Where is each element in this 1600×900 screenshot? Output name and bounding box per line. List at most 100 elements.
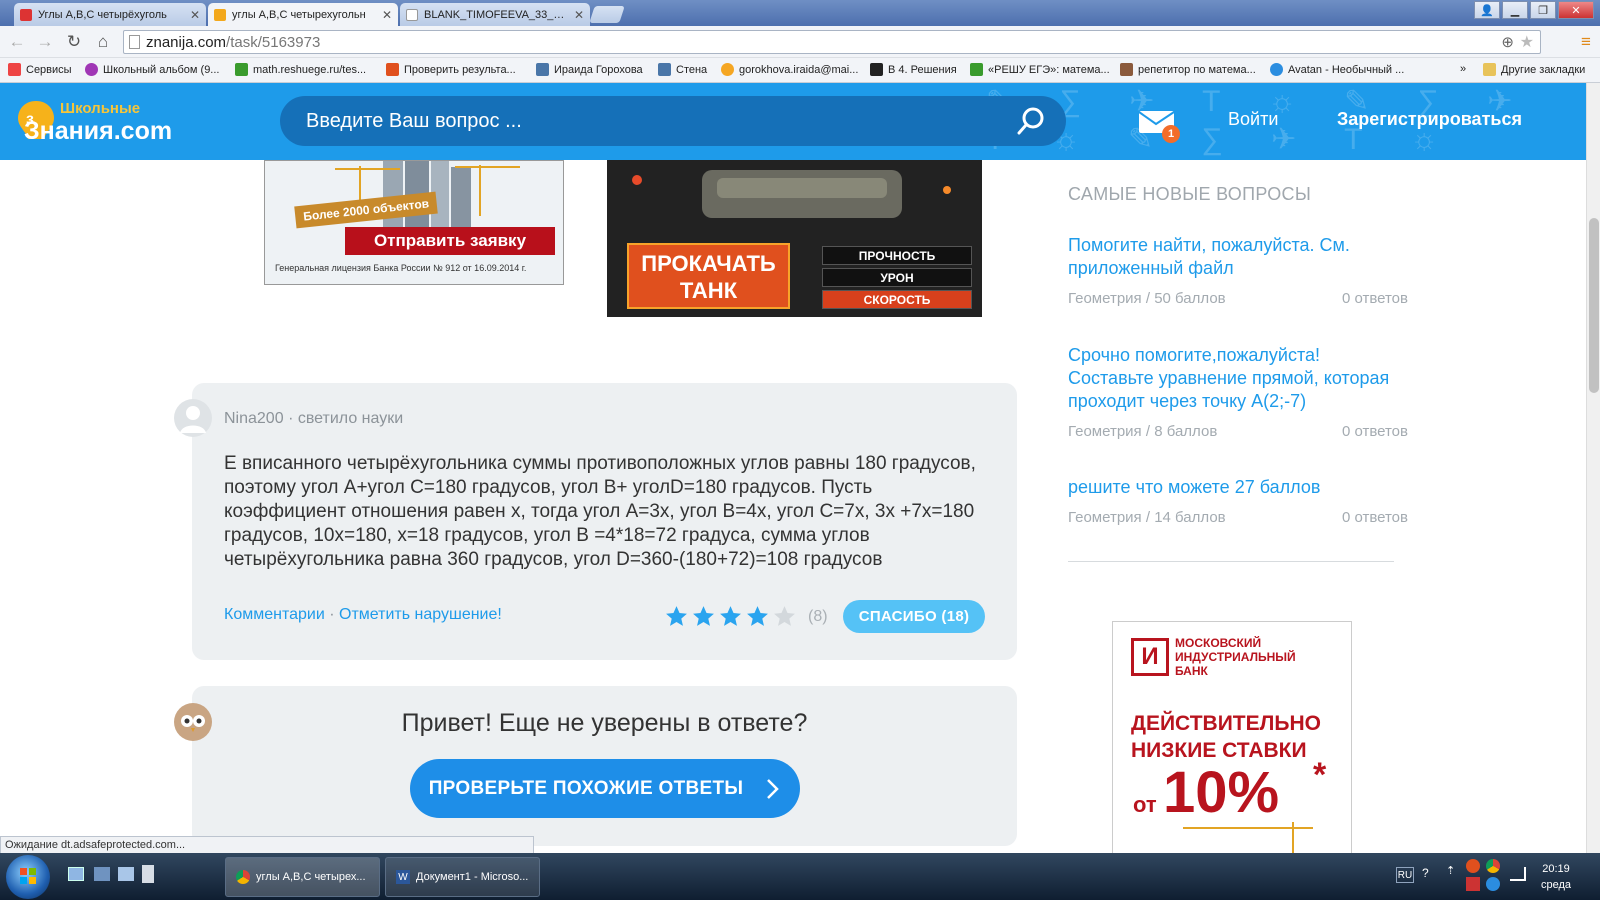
clock-time: 20:19 [1542,863,1570,875]
quicklaunch-icon[interactable] [142,865,154,883]
bookmark-item[interactable]: Школьный альбом (9... [85,63,219,76]
browser-status-bar: Ожидание dt.adsafeprotected.com... [0,836,534,854]
author-name[interactable]: Nina200 [224,410,284,427]
tray-expand-icon[interactable]: ⇡ [1446,864,1455,877]
question-title[interactable]: Помогите найти, пожалуйста. См. приложен… [1068,234,1408,280]
start-button[interactable] [6,855,50,899]
star-icon[interactable] [690,604,717,629]
sidebar-question[interactable]: Срочно помогите,пожалуйста! Составьте ур… [1068,344,1408,440]
quicklaunch-icon[interactable] [118,867,134,881]
report-link[interactable]: Отметить нарушение! [339,606,502,623]
question-meta: Геометрия / 8 баллов 0 ответов [1068,423,1408,440]
folder-icon [1483,63,1496,76]
star-icon[interactable] [717,604,744,629]
ad-tank-cta-button[interactable]: ПРОКАЧАТЬ ТАНК [627,243,790,309]
question-title[interactable]: Срочно помогите,пожалуйста! Составьте ур… [1068,344,1408,413]
site-logo[interactable]: з Школьные Знания.com [14,95,204,149]
new-tab-button[interactable] [589,6,625,23]
ad-banner-realty[interactable]: Более 2000 объектов Отправить заявку Ген… [264,160,564,285]
close-tab-icon[interactable]: ✕ [382,8,392,22]
tray-app-icon[interactable] [1466,859,1480,873]
author-avatar[interactable] [174,399,212,437]
bookmark-item[interactable]: «РЕШУ ЕГЭ»: матема... [970,63,1110,76]
language-indicator[interactable]: RU [1396,867,1414,883]
yandex-icon [20,8,32,21]
sidebar-question[interactable]: решите что можете 27 баллов Геометрия / … [1068,476,1408,526]
check-similar-label: ПРОВЕРЬТЕ ПОХОЖИЕ ОТВЕТЫ [428,777,744,799]
back-icon[interactable]: ← [7,32,27,52]
question-title[interactable]: решите что можете 27 баллов [1068,476,1408,499]
quicklaunch-icon[interactable] [94,867,110,881]
ad-cta-button[interactable]: Отправить заявку [345,227,555,255]
question-subject[interactable]: Геометрия [1068,509,1142,526]
avatar-icon [1120,63,1133,76]
taskbar-item-chrome[interactable]: углы А,В,С четырех... [225,857,380,897]
star-icon[interactable] [663,604,690,629]
bookmarks-overflow[interactable]: » [1460,63,1466,75]
scrollbar-thumb[interactable] [1589,218,1599,393]
mail-icon[interactable]: 1 [1138,108,1180,143]
register-link[interactable]: Зарегистрироваться [1337,109,1522,130]
browser-toolbar: ← → ↻ ⌂ znanija.com/task/5163973 ⊕ ★ ≡ [0,26,1600,58]
comments-link[interactable]: Комментарии [224,606,325,623]
maximize-button[interactable]: ❐ [1530,1,1556,19]
system-clock[interactable]: 20:19 среда [1541,861,1571,893]
tab-title: углы А,В,С четырехугольн [232,9,366,21]
thanks-button[interactable]: СПАСИБО (18) [843,600,985,633]
close-tab-icon[interactable]: ✕ [574,8,584,22]
minimize-button[interactable]: ▁ [1502,1,1528,19]
tray-flag-icon[interactable] [1466,877,1480,891]
browser-tab-2[interactable]: углы А,В,С четырехугольн ✕ [208,3,398,27]
ad-banner-bank[interactable]: И МОСКОВСКИЙ ИНДУСТРИАЛЬНЫЙ БАНК ДЕЙСТВИ… [1112,621,1352,856]
other-bookmarks[interactable]: Другие закладки [1483,63,1585,76]
login-link[interactable]: Войти [1228,109,1278,130]
browser-tab-3[interactable]: BLANK_TIMOFEEVA_33___3 ✕ [400,3,590,26]
tray-skype-icon[interactable] [1486,877,1500,891]
close-tab-icon[interactable]: ✕ [190,8,200,22]
check-similar-answers-button[interactable]: ПРОВЕРЬТЕ ПОХОЖИЕ ОТВЕТЫ [410,759,800,818]
menu-icon[interactable]: ≡ [1576,32,1596,52]
browser-tab-1[interactable]: Углы A,B,C четырёхуголь ✕ [14,3,206,26]
help-icon[interactable]: ? [1422,866,1429,880]
logo-main-text: Знания.com [24,117,173,145]
bookmark-item[interactable]: gorokhova.iraida@mai... [721,63,858,76]
rating-stars[interactable] [663,604,798,629]
close-window-button[interactable]: ✕ [1558,1,1594,19]
bookmark-item[interactable]: Avatan - Необычный ... [1270,63,1404,76]
bookmark-item[interactable]: репетитор по матема... [1120,63,1256,76]
page-scrollbar[interactable] [1586,83,1600,853]
bookmark-item[interactable]: Сервисы [8,63,72,76]
tray-chrome-icon[interactable] [1486,859,1500,873]
question-subject[interactable]: Геометрия [1068,423,1142,440]
forward-icon[interactable]: → [35,32,55,52]
ad-banner-tank-game[interactable]: ПРОКАЧАТЬ ТАНК ПРОЧНОСТЬ УРОН СКОРОСТЬ [607,160,982,317]
taskbar-item-word[interactable]: W Документ1 - Microso... [385,857,540,897]
bookmark-item[interactable]: Ираида Горохова [536,63,643,76]
bookmark-item[interactable]: math.reshuege.ru/tes... [235,63,366,76]
search-input[interactable]: Введите Ваш вопрос ... [280,96,1066,146]
sidebar-question[interactable]: Помогите найти, пожалуйста. См. приложен… [1068,234,1408,307]
question-meta: Геометрия / 50 баллов 0 ответов [1068,290,1408,307]
bookmark-star-icon[interactable]: ★ [1520,32,1534,52]
author-rank: светило науки [297,410,404,427]
network-icon[interactable] [1510,867,1526,881]
bookmark-item[interactable]: Проверить результа... [386,63,516,76]
tab-title: BLANK_TIMOFEEVA_33___3 [424,8,568,21]
star-icon[interactable] [771,604,798,629]
checkmark-icon [235,63,248,76]
home-icon[interactable]: ⌂ [93,32,113,52]
star-icon[interactable] [744,604,771,629]
search-icon[interactable] [1016,106,1046,136]
bookmark-item[interactable]: Стена [658,63,707,76]
zoom-icon[interactable]: ⊕ [1501,33,1514,51]
vk-icon [658,63,671,76]
reload-icon[interactable]: ↻ [64,32,84,52]
helper-title: Привет! Еще не уверены в ответе? [401,709,808,737]
vk-icon [536,63,549,76]
address-bar[interactable]: znanija.com/task/5163973 ⊕ ★ [123,30,1541,54]
url-host: znanija.com [146,33,227,51]
show-desktop-icon[interactable] [68,867,84,881]
user-icon[interactable]: 👤 [1474,1,1500,19]
question-subject[interactable]: Геометрия [1068,290,1142,307]
bookmark-item[interactable]: В 4. Решения [870,63,957,76]
